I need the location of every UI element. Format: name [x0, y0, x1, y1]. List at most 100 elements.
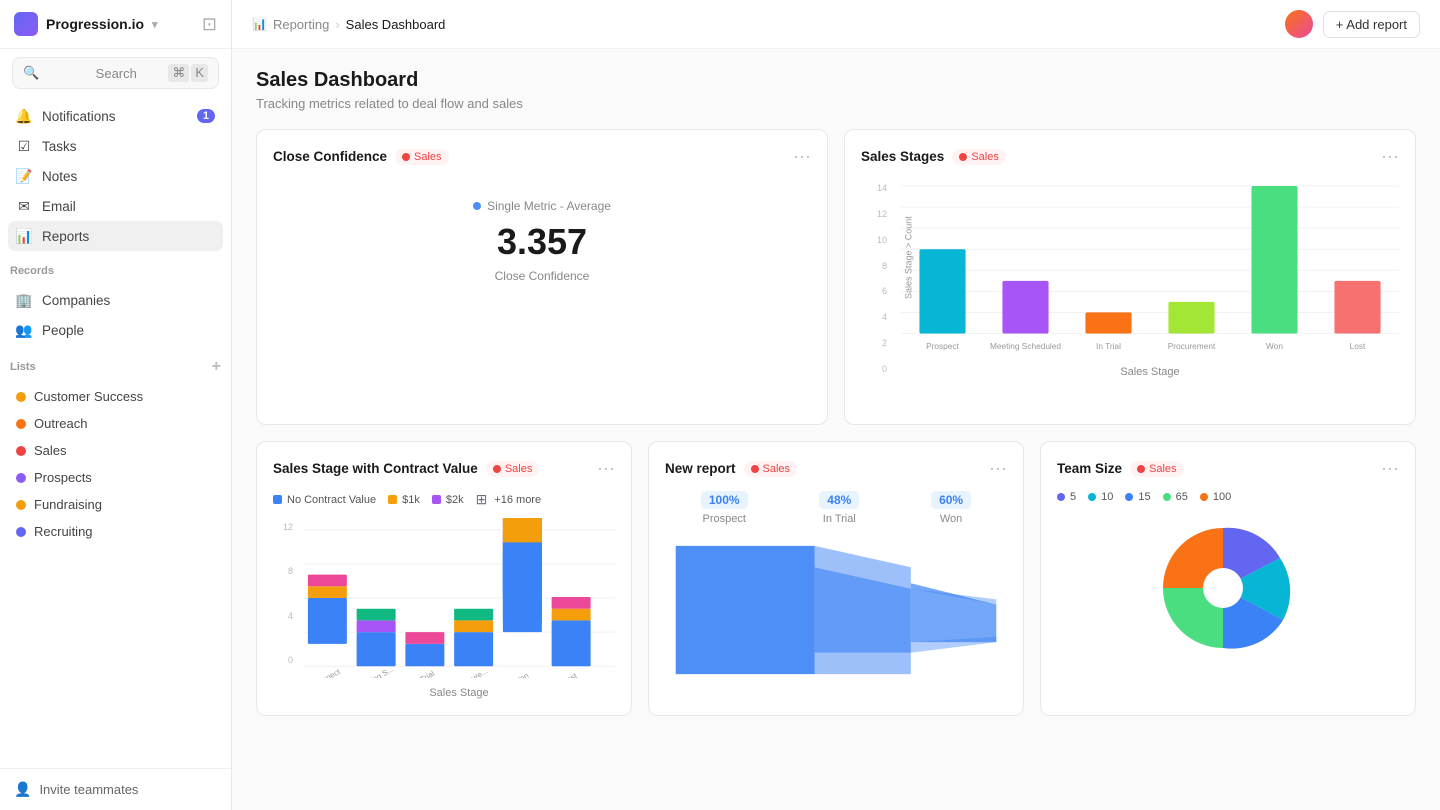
close-confidence-card: Close Confidence Sales ··· Single Metric… — [256, 129, 828, 425]
prospects-dot — [16, 473, 26, 483]
charts-row-2: Sales Stage with Contract Value Sales ··… — [256, 441, 1416, 716]
legend-1k: $1k — [388, 494, 420, 506]
page-subtitle: Tracking metrics related to deal flow an… — [256, 96, 1416, 111]
breadcrumb-parent[interactable]: Reporting — [273, 17, 329, 32]
kbd-k: K — [191, 64, 208, 82]
funnel-svg — [665, 535, 1007, 685]
team-size-card: Team Size Sales ··· 5 — [1040, 441, 1416, 716]
add-report-button[interactable]: + Add report — [1323, 11, 1420, 38]
charts-row-1: Close Confidence Sales ··· Single Metric… — [256, 129, 1416, 425]
close-confidence-header: Close Confidence Sales ··· — [273, 146, 811, 167]
lists-section-label: Lists + — [0, 349, 231, 379]
fundraising-label: Fundraising — [34, 497, 102, 512]
ts-legend-10: 10 — [1088, 491, 1113, 503]
new-report-card: New report Sales ··· 100% Prospect — [648, 441, 1024, 716]
funnel-label-won: 60% Won — [931, 491, 971, 525]
main-content: 📊 Reporting › Sales Dashboard + Add repo… — [232, 0, 1440, 810]
notifications-icon: 🔔 — [16, 108, 32, 124]
sales-stages-tag: Sales — [952, 149, 1006, 165]
funnel-labels: 100% Prospect 48% In Trial 60% Won — [665, 491, 1007, 525]
sidebar-collapse-icon[interactable]: ⊡ — [202, 14, 217, 35]
new-report-menu[interactable]: ··· — [989, 458, 1007, 479]
svg-text:Meeting Scheduled: Meeting Scheduled — [990, 341, 1061, 351]
invite-label: Invite teammates — [39, 782, 138, 797]
search-input[interactable]: 🔍 Search ⌘ K — [12, 57, 219, 89]
team-size-menu[interactable]: ··· — [1381, 458, 1399, 479]
list-item-outreach[interactable]: Outreach — [8, 410, 223, 437]
svg-text:Lost: Lost — [561, 671, 579, 678]
customer-success-dot — [16, 392, 26, 402]
team-size-tag: Sales — [1130, 461, 1184, 477]
brand-logo[interactable]: Progression.io ▾ — [14, 12, 158, 36]
sidebar-item-people[interactable]: 👥 People — [8, 315, 223, 345]
svg-text:Won: Won — [512, 671, 530, 678]
fundraising-dot — [16, 500, 26, 510]
list-item-customer-success[interactable]: Customer Success — [8, 383, 223, 410]
new-report-header: New report Sales ··· — [665, 458, 1007, 479]
close-confidence-title: Close Confidence Sales — [273, 149, 449, 165]
user-icon: 👤 — [14, 781, 31, 798]
contract-value-menu[interactable]: ··· — [597, 458, 615, 479]
sidebar-item-reports[interactable]: 📊 Reports — [8, 221, 223, 251]
list-item-fundraising[interactable]: Fundraising — [8, 491, 223, 518]
sales-stages-svg: Prospect Meeting Scheduled In Trial Proc… — [901, 179, 1399, 359]
close-confidence-tag: Sales — [395, 149, 449, 165]
svg-text:Lost: Lost — [1350, 341, 1366, 351]
people-label: People — [42, 323, 84, 338]
add-list-button[interactable]: + — [212, 359, 221, 375]
lists-section: Lists + Customer Success Outreach Sales … — [0, 349, 231, 549]
brand-avatar — [14, 12, 38, 36]
list-item-prospects[interactable]: Prospects — [8, 464, 223, 491]
new-report-title: New report Sales — [665, 461, 797, 477]
contract-x-label: Sales Stage — [303, 687, 615, 699]
search-container: 🔍 Search ⌘ K — [0, 49, 231, 97]
people-icon: 👥 — [16, 322, 32, 338]
sidebar-item-notifications[interactable]: 🔔 Notifications 1 — [8, 101, 223, 131]
list-item-recruiting[interactable]: Recruiting — [8, 518, 223, 545]
sidebar-item-tasks[interactable]: ☑ Tasks — [8, 131, 223, 161]
companies-icon: 🏢 — [16, 292, 32, 308]
sales-stages-menu[interactable]: ··· — [1381, 146, 1399, 167]
sidebar: Progression.io ▾ ⊡ 🔍 Search ⌘ K 🔔 Notifi… — [0, 0, 232, 810]
topbar: 📊 Reporting › Sales Dashboard + Add repo… — [232, 0, 1440, 49]
ts-legend-15: 15 — [1125, 491, 1150, 503]
sales-label: Sales — [34, 443, 67, 458]
ts-legend-5: 5 — [1057, 491, 1076, 503]
svg-text:Procure...: Procure... — [455, 666, 489, 678]
new-report-tag: Sales — [744, 461, 798, 477]
sales-stages-header: Sales Stages Sales ··· — [861, 146, 1399, 167]
prospects-label: Prospects — [34, 470, 92, 485]
breadcrumb-separator: › — [335, 17, 339, 32]
sales-stages-card: Sales Stages Sales ··· 0 2 4 6 — [844, 129, 1416, 425]
contract-value-svg: Prospect Meeting S... In Trial Procure..… — [303, 518, 615, 678]
contract-value-card: Sales Stage with Contract Value Sales ··… — [256, 441, 632, 716]
companies-label: Companies — [42, 293, 110, 308]
pie-svg — [1148, 513, 1308, 663]
sidebar-item-companies[interactable]: 🏢 Companies — [8, 285, 223, 315]
metric-value: 3.357 — [273, 221, 811, 263]
contract-value-header: Sales Stage with Contract Value Sales ··… — [273, 458, 615, 479]
records-section: Records 🏢 Companies 👥 People — [0, 255, 231, 349]
breadcrumb-current: Sales Dashboard — [346, 17, 446, 32]
user-avatar[interactable] — [1285, 10, 1313, 38]
page-title: Sales Dashboard — [256, 69, 1416, 92]
outreach-dot — [16, 419, 26, 429]
metric-label: Single Metric - Average — [273, 199, 811, 213]
legend-2k: $2k — [432, 494, 464, 506]
funnel-label-prospect: 100% Prospect — [701, 491, 748, 525]
sidebar-nav: 🔔 Notifications 1 ☑ Tasks 📝 Notes ✉ Emai… — [0, 97, 231, 255]
reports-icon: 📊 — [16, 228, 32, 244]
email-icon: ✉ — [16, 198, 32, 214]
invite-teammates-button[interactable]: 👤 Invite teammates — [0, 768, 231, 810]
notifications-label: Notifications — [42, 109, 116, 124]
close-confidence-menu[interactable]: ··· — [793, 146, 811, 167]
brand-chevron: ▾ — [152, 18, 158, 31]
svg-text:In Trial: In Trial — [411, 669, 436, 678]
contract-value-title: Sales Stage with Contract Value Sales — [273, 461, 539, 477]
sales-dot — [16, 446, 26, 456]
ts-legend-65: 65 — [1163, 491, 1188, 503]
sidebar-item-email[interactable]: ✉ Email — [8, 191, 223, 221]
legend-more: ⊞ +16 more — [476, 491, 542, 508]
sidebar-item-notes[interactable]: 📝 Notes — [8, 161, 223, 191]
list-item-sales[interactable]: Sales — [8, 437, 223, 464]
